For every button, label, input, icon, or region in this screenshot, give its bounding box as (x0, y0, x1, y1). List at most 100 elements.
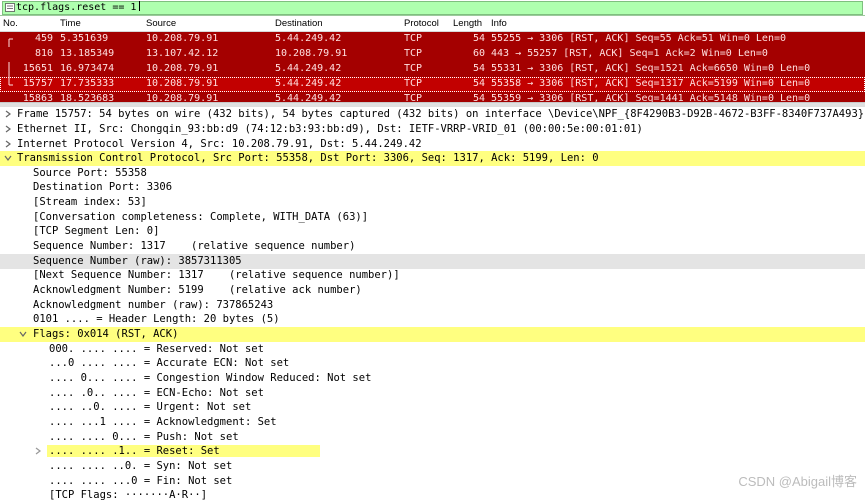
tree-item[interactable]: Sequence Number: 1317 (relative sequence… (0, 239, 865, 254)
tree-item[interactable]: .... ..0. .... = Urgent: Not set (0, 400, 865, 415)
tree-item[interactable]: .... .... ..0. = Syn: Not set (0, 459, 865, 474)
tree-label: [TCP Flags: ·······A·R··] (49, 489, 208, 501)
tree-item[interactable]: .... .0.. .... = ECN-Echo: Not set (0, 386, 865, 401)
tree-item-reset[interactable]: .... .... .1.. = Reset: Set (0, 444, 865, 459)
tree-label: .... .... ...0 = Fin: Not set (49, 475, 233, 487)
tree-label: Acknowledgment number (raw): 737865243 (33, 299, 274, 311)
tree-label: Sequence Number: 1317 (relative sequence… (33, 240, 356, 252)
packet-list-header: No. Time Source Destination Protocol Len… (0, 16, 865, 32)
filter-text: tcp.flags.reset == 1 (16, 2, 137, 13)
tree-item[interactable]: [Stream index: 53] (0, 195, 865, 210)
packet-row[interactable]: 459 5.351639 10.208.79.91 5.44.249.42 TC… (0, 32, 865, 47)
tree-label: Frame 15757: 54 bytes on wire (432 bits)… (17, 108, 865, 120)
packet-length: 54 (473, 93, 486, 102)
tree-label: .... .0.. .... = ECN-Echo: Not set (49, 387, 264, 399)
tree-label: Acknowledgment Number: 5199 (relative ac… (33, 284, 362, 296)
tree-item[interactable]: [TCP Flags: ·······A·R··] (0, 488, 865, 503)
text-caret (139, 1, 141, 11)
packet-info: 55255 → 3306 [RST, ACK] Seq=55 Ack=51 Wi… (491, 33, 787, 44)
expand-arrow-icon[interactable] (4, 140, 12, 148)
tree-item[interactable]: Acknowledgment number (raw): 737865243 (0, 298, 865, 313)
tree-label: Internet Protocol Version 4, Src: 10.208… (17, 138, 422, 150)
expand-arrow-icon[interactable] (34, 447, 42, 455)
tree-item[interactable]: .... .... 0... = Push: Not set (0, 430, 865, 445)
packet-protocol: TCP (404, 78, 423, 89)
packet-destination: 10.208.79.91 (275, 48, 348, 59)
packet-source: 13.107.42.12 (146, 48, 219, 59)
column-header-info[interactable]: Info (491, 18, 507, 29)
bookmark-icon[interactable] (5, 3, 15, 12)
packet-destination: 5.44.249.42 (275, 93, 342, 102)
packet-time: 13.185349 (60, 48, 115, 59)
column-header-source[interactable]: Source (146, 18, 176, 29)
tree-item[interactable]: 000. .... .... = Reserved: Not set (0, 342, 865, 357)
tree-label: .... ...1 .... = Acknowledgment: Set (49, 416, 277, 428)
tree-item[interactable]: [TCP Segment Len: 0] (0, 224, 865, 239)
column-header-destination[interactable]: Destination (275, 18, 323, 29)
packet-no: 15757 (22, 78, 53, 89)
packet-protocol: TCP (404, 33, 423, 44)
packet-source: 10.208.79.91 (146, 78, 219, 89)
packet-time: 17.735333 (60, 78, 115, 89)
packet-source: 10.208.79.91 (146, 93, 219, 102)
tree-label: .... .... 0... = Push: Not set (49, 431, 239, 443)
tree-item[interactable]: ...0 .... .... = Accurate ECN: Not set (0, 356, 865, 371)
tree-label: Flags: 0x014 (RST, ACK) (33, 328, 179, 340)
column-header-length[interactable]: Length (453, 18, 482, 29)
tree-item[interactable]: Acknowledgment Number: 5199 (relative ac… (0, 283, 865, 298)
tree-item[interactable]: .... .... ...0 = Fin: Not set (0, 474, 865, 489)
packet-time: 16.973474 (60, 63, 115, 74)
packet-protocol: TCP (404, 93, 423, 102)
tree-label: Sequence Number (raw): 3857311305 (33, 255, 242, 267)
tree-item[interactable]: 0101 .... = Header Length: 20 bytes (5) (0, 312, 865, 327)
tree-item-flags[interactable]: Flags: 0x014 (RST, ACK) (0, 327, 865, 342)
tree-item-tcp[interactable]: Transmission Control Protocol, Src Port:… (0, 151, 865, 166)
display-filter-bar: tcp.flags.reset == 1 (0, 0, 865, 16)
display-filter-input[interactable]: tcp.flags.reset == 1 (2, 1, 863, 15)
expand-arrow-icon[interactable] (4, 110, 12, 118)
packet-info: 55359 → 3306 [RST, ACK] Seq=1441 Ack=514… (491, 93, 811, 102)
packet-length: 54 (473, 78, 486, 89)
packet-time: 18.523683 (60, 93, 115, 102)
packet-details-pane: Frame 15757: 54 bytes on wire (432 bits)… (0, 106, 865, 504)
tree-item-ipv4[interactable]: Internet Protocol Version 4, Src: 10.208… (0, 137, 865, 152)
tree-item[interactable]: .... ...1 .... = Acknowledgment: Set (0, 415, 865, 430)
packet-source: 10.208.79.91 (146, 33, 219, 44)
column-header-no[interactable]: No. (3, 18, 18, 29)
tree-label: Source Port: 55358 (33, 167, 147, 179)
packet-protocol: TCP (404, 63, 423, 74)
tree-label: .... ..0. .... = Urgent: Not set (49, 401, 252, 413)
column-header-protocol[interactable]: Protocol (404, 18, 439, 29)
tree-item[interactable]: .... 0... .... = Congestion Window Reduc… (0, 371, 865, 386)
packet-row-selected[interactable]: 15757 17.735333 10.208.79.91 5.44.249.42… (0, 77, 865, 92)
watermark: CSDN @Abigail博客 (738, 474, 857, 489)
packet-no: 15651 (22, 63, 53, 74)
packet-info: 55331 → 3306 [RST, ACK] Seq=1521 Ack=665… (491, 63, 811, 74)
packet-info: 443 → 55257 [RST, ACK] Seq=1 Ack=2 Win=0… (491, 48, 768, 59)
packet-info: 55358 → 3306 [RST, ACK] Seq=1317 Ack=519… (491, 78, 811, 89)
collapse-arrow-icon[interactable] (19, 330, 27, 338)
tree-item-frame[interactable]: Frame 15757: 54 bytes on wire (432 bits)… (0, 107, 865, 122)
tree-item[interactable]: [Conversation completeness: Complete, WI… (0, 210, 865, 225)
collapse-arrow-icon[interactable] (4, 154, 12, 162)
packet-row[interactable]: 15651 16.973474 10.208.79.91 5.44.249.42… (0, 62, 865, 77)
expand-arrow-icon[interactable] (4, 125, 12, 133)
packet-row[interactable]: 810 13.185349 13.107.42.12 10.208.79.91 … (0, 47, 865, 62)
tree-item-ethernet[interactable]: Ethernet II, Src: Chongqin_93:bb:d9 (74:… (0, 122, 865, 137)
tree-item-selected[interactable]: Sequence Number (raw): 3857311305 (0, 254, 865, 269)
packet-time: 5.351639 (60, 33, 109, 44)
tree-item[interactable]: Source Port: 55358 (0, 166, 865, 181)
tree-label: .... .... .1.. = Reset: Set (47, 445, 320, 457)
packet-source: 10.208.79.91 (146, 63, 219, 74)
column-header-time[interactable]: Time (60, 18, 81, 29)
tree-item[interactable]: Destination Port: 3306 (0, 180, 865, 195)
tree-item[interactable]: [Next Sequence Number: 1317 (relative se… (0, 268, 865, 283)
packet-protocol: TCP (404, 48, 423, 59)
packet-no: 459 (34, 33, 53, 44)
tree-label: .... 0... .... = Congestion Window Reduc… (49, 372, 372, 384)
tree-label: [TCP Segment Len: 0] (33, 225, 160, 237)
packet-no: 810 (34, 48, 53, 59)
packet-row[interactable]: 15863 18.523683 10.208.79.91 5.44.249.42… (0, 92, 865, 102)
tree-label: [Stream index: 53] (33, 196, 147, 208)
tree-label: .... .... ..0. = Syn: Not set (49, 460, 233, 472)
